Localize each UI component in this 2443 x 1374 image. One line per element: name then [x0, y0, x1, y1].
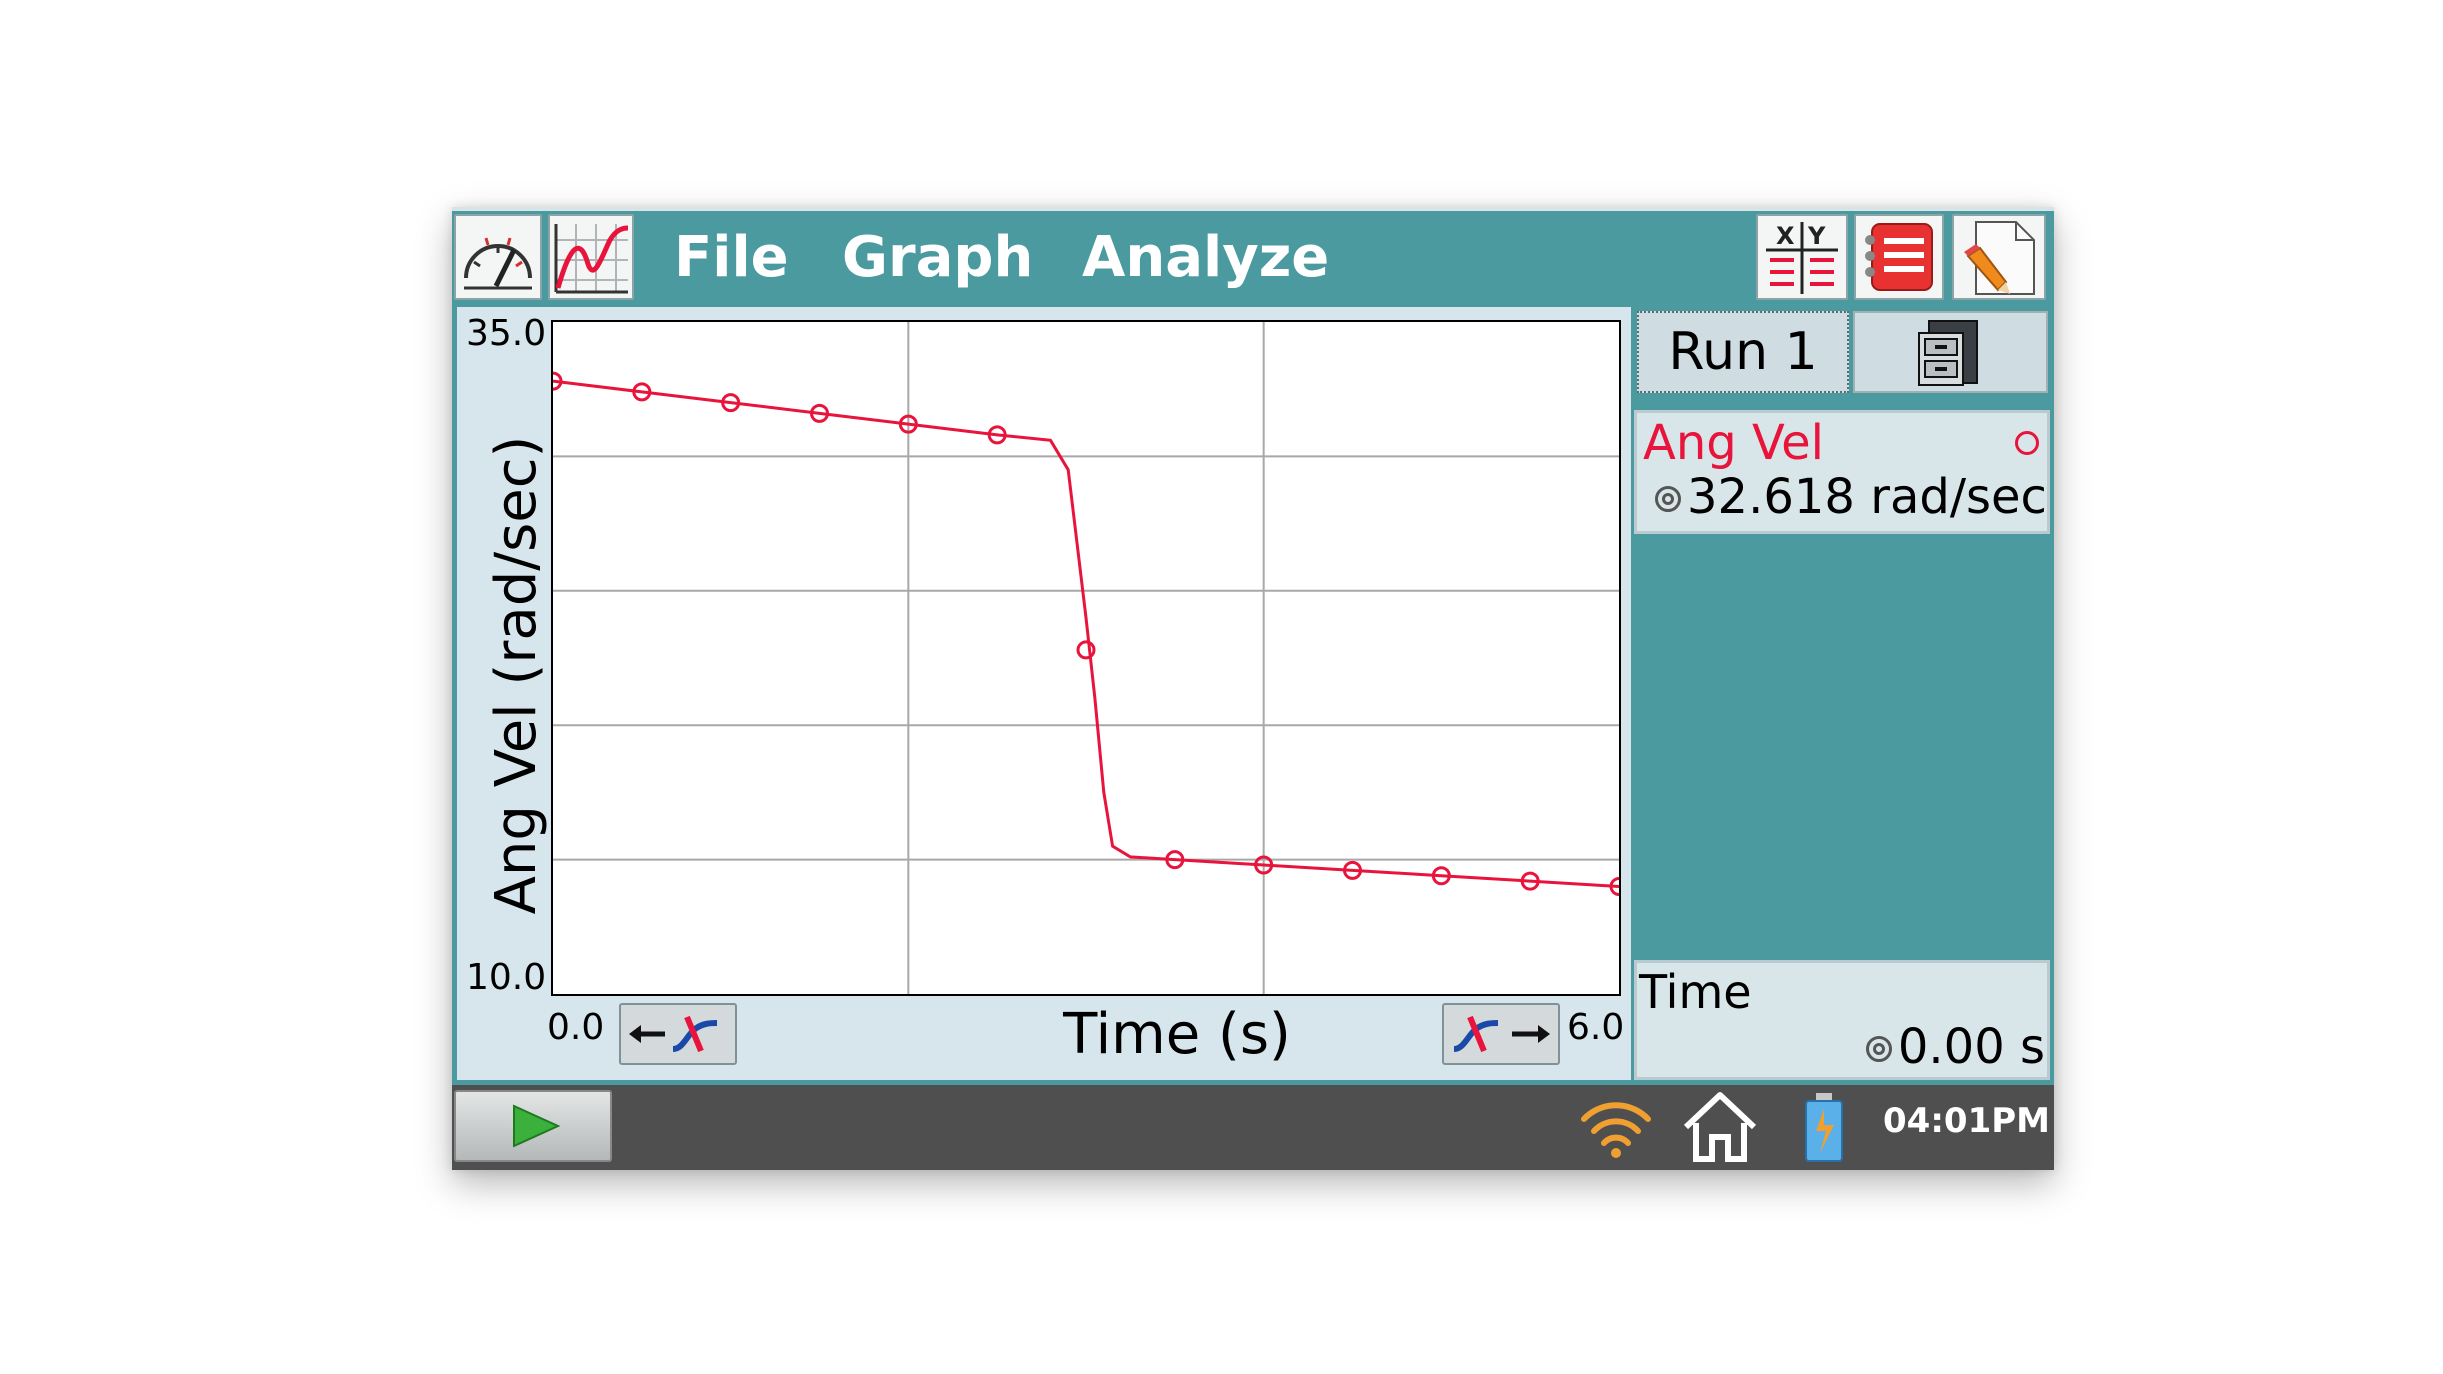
meter-icon	[464, 237, 532, 290]
plot-area[interactable]	[543, 320, 1629, 996]
device-window: File Graph Analyze X Y 35.0 10.0 Ang Vel…	[452, 207, 2054, 1170]
file-cabinet-icon	[1918, 320, 1978, 386]
home-icon[interactable]	[1680, 1089, 1760, 1163]
menu-graph[interactable]: Graph	[842, 217, 1033, 299]
sensor-value: 32.618 rad/sec	[1655, 469, 2047, 525]
xy-table-icon: X Y	[1766, 222, 1838, 294]
start-collection-button[interactable]	[454, 1090, 612, 1162]
sensor-readout-ang-vel[interactable]: Ang Vel 32.618 rad/sec	[1634, 410, 2050, 534]
svg-text:X: X	[1776, 222, 1795, 250]
svg-text:Y: Y	[1807, 222, 1826, 250]
graph-button[interactable]	[548, 214, 634, 300]
series-marker-icon	[2015, 431, 2039, 455]
time-value-text: 0.00 s	[1897, 1019, 2045, 1075]
play-icon	[513, 1104, 561, 1148]
time-value: 0.00 s	[1865, 1019, 2045, 1075]
graph-panel: 35.0 10.0 Ang Vel (rad/sec) 0.0 Time (s)	[457, 307, 1631, 1080]
x-axis-max-label: 6.0	[1567, 1007, 1625, 1048]
data-point-6	[1076, 640, 1096, 660]
sensor-name: Ang Vel	[1643, 415, 1824, 471]
top-toolbar: File Graph Analyze X Y	[452, 207, 2054, 303]
notes-icon	[1964, 221, 2035, 295]
list-button[interactable]	[1854, 214, 1944, 300]
menu-analyze[interactable]: Analyze	[1082, 217, 1329, 299]
table-button[interactable]: X Y	[1756, 214, 1848, 300]
meter-button[interactable]	[454, 214, 542, 300]
status-bar: 04:01PM	[452, 1085, 2054, 1170]
series-markers	[543, 371, 1629, 896]
time-name: Time	[1639, 965, 1752, 1019]
battery-icon[interactable]	[1796, 1091, 1852, 1165]
scroll-left-icon	[629, 1015, 718, 1053]
list-icon	[1865, 223, 1933, 291]
graph-icon	[554, 224, 629, 294]
target-icon	[1655, 486, 1681, 512]
y-axis-label: Ang Vel (rad/sec)	[484, 435, 549, 915]
target-icon	[1865, 1036, 1892, 1062]
scroll-left-button[interactable]	[619, 1003, 737, 1065]
x-axis-min-label: 0.0	[547, 1007, 605, 1048]
x-axis-label: Time (s)	[1063, 1002, 1291, 1067]
scroll-right-icon	[1453, 1015, 1550, 1053]
scroll-right-button[interactable]	[1442, 1003, 1560, 1065]
sensor-value-text: 32.618 rad/sec	[1687, 469, 2047, 525]
menu-file[interactable]: File	[674, 217, 789, 299]
wifi-icon[interactable]	[1576, 1093, 1656, 1161]
line-chart	[543, 322, 1629, 994]
notes-button[interactable]	[1952, 214, 2046, 300]
store-run-button[interactable]	[1853, 311, 2048, 393]
time-readout[interactable]: Time 0.00 s	[1634, 960, 2050, 1080]
run-select-button[interactable]: Run 1	[1637, 311, 1849, 393]
clock: 04:01PM	[1883, 1101, 2050, 1141]
